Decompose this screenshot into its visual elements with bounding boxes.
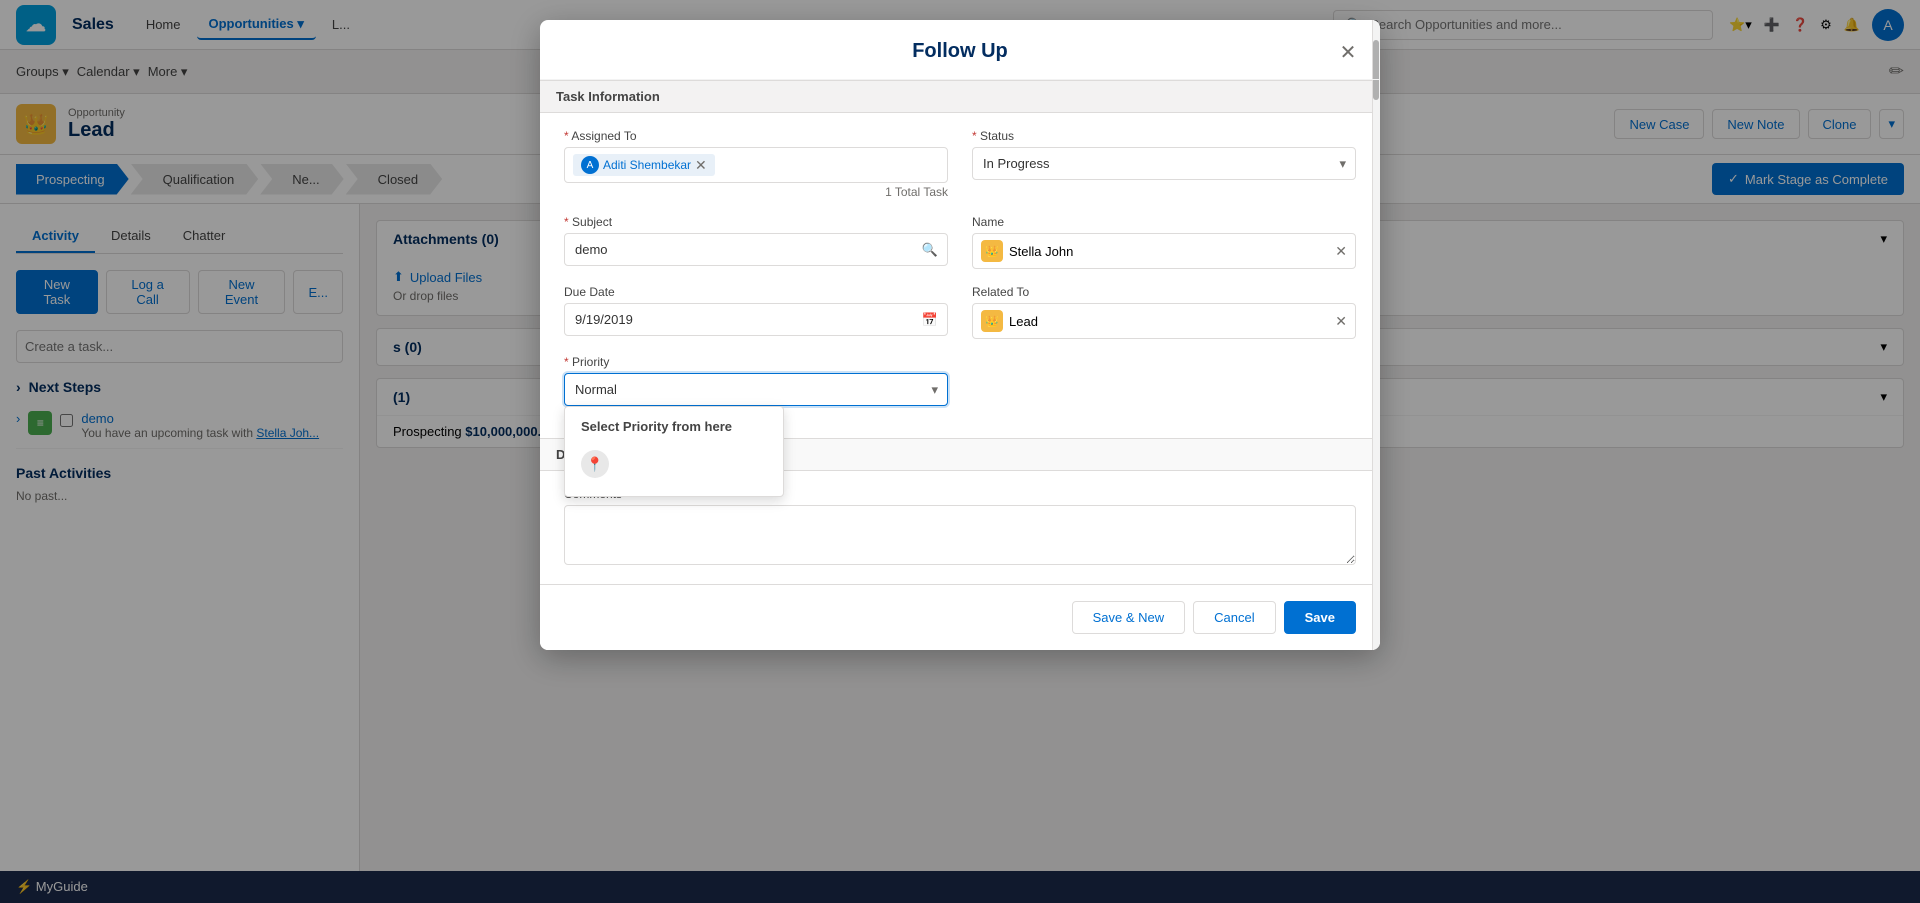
priority-pin-icon: 📍 [581, 450, 609, 478]
priority-label: Priority [564, 355, 948, 369]
due-date-wrapper: 📅 [564, 303, 948, 336]
status-wrapper: Not Started In Progress Completed Waitin… [972, 147, 1356, 180]
comments-textarea[interactable] [564, 505, 1356, 565]
comments-group: Comments [564, 487, 1356, 568]
row-priority: Priority High Normal Low [564, 355, 1356, 406]
modal-body: Task Information Assigned To A Aditi She… [540, 80, 1380, 584]
modal-footer: Save & New Cancel Save [540, 584, 1380, 650]
assigned-to-input[interactable]: A Aditi Shembekar ✕ [564, 147, 948, 183]
task-info-section-header: Task Information [540, 80, 1380, 113]
priority-select[interactable]: High Normal Low [564, 373, 948, 406]
assigned-to-group: Assigned To A Aditi Shembekar ✕ 1 Total … [564, 129, 948, 199]
assigned-to-tag: A Aditi Shembekar ✕ [573, 154, 715, 176]
row-subject-name: Subject 🔍 Name 👑 Stella John ✕ [564, 215, 1356, 269]
row-assigned-status: Assigned To A Aditi Shembekar ✕ 1 Total … [564, 129, 1356, 199]
subject-label: Subject [564, 215, 948, 229]
priority-container: High Normal Low Select Priority from her… [564, 373, 948, 406]
modal: Follow Up ✕ Task Information Assigned To… [540, 20, 1380, 650]
priority-dropdown: Select Priority from here 📍 [564, 406, 784, 497]
row-duedate-relatedto: Due Date 📅 Related To 👑 Lead ✕ [564, 285, 1356, 339]
name-icon: 👑 [981, 240, 1003, 262]
search-icon: 🔍 [922, 242, 938, 258]
modal-overlay: Follow Up ✕ Task Information Assigned To… [0, 0, 1920, 903]
priority-option-icon-item[interactable]: 📍 [581, 444, 767, 484]
calendar-icon[interactable]: 📅 [922, 312, 938, 328]
related-to-label: Related To [972, 285, 1356, 299]
due-date-group: Due Date 📅 [564, 285, 948, 339]
task-info-form: Assigned To A Aditi Shembekar ✕ 1 Total … [540, 113, 1380, 438]
status-label: Status [972, 129, 1356, 143]
status-group: Status Not Started In Progress Completed… [972, 129, 1356, 199]
assigned-to-label: Assigned To [564, 129, 948, 143]
save-new-btn[interactable]: Save & New [1072, 601, 1186, 634]
priority-group: Priority High Normal Low [564, 355, 948, 406]
due-date-label: Due Date [564, 285, 948, 299]
related-to-group: Related To 👑 Lead ✕ [972, 285, 1356, 339]
modal-close-btn[interactable]: ✕ [1332, 36, 1364, 68]
total-task: 1 Total Task [564, 185, 948, 199]
modal-title: Follow Up [564, 40, 1356, 63]
subject-group: Subject 🔍 [564, 215, 948, 269]
modal-header: Follow Up ✕ [540, 20, 1380, 80]
avatar-icon: A [581, 156, 599, 174]
related-to-icon: 👑 [981, 310, 1003, 332]
priority-hint: Select Priority from here [581, 419, 767, 434]
priority-right-spacer [972, 355, 1356, 406]
name-input[interactable]: 👑 Stella John ✕ [972, 233, 1356, 269]
priority-wrapper: High Normal Low [564, 373, 948, 406]
remove-name-btn[interactable]: ✕ [1335, 243, 1347, 260]
cancel-btn[interactable]: Cancel [1193, 601, 1275, 634]
save-btn[interactable]: Save [1284, 601, 1356, 634]
due-date-input[interactable] [564, 303, 948, 336]
subject-input[interactable] [564, 233, 948, 266]
scrollbar[interactable] [1372, 20, 1380, 650]
remove-related-btn[interactable]: ✕ [1335, 313, 1347, 330]
remove-assignee-btn[interactable]: ✕ [695, 157, 707, 174]
status-select[interactable]: Not Started In Progress Completed Waitin… [972, 147, 1356, 180]
name-label: Name [972, 215, 1356, 229]
name-group: Name 👑 Stella John ✕ [972, 215, 1356, 269]
related-to-input[interactable]: 👑 Lead ✕ [972, 303, 1356, 339]
subject-wrapper: 🔍 [564, 233, 948, 266]
